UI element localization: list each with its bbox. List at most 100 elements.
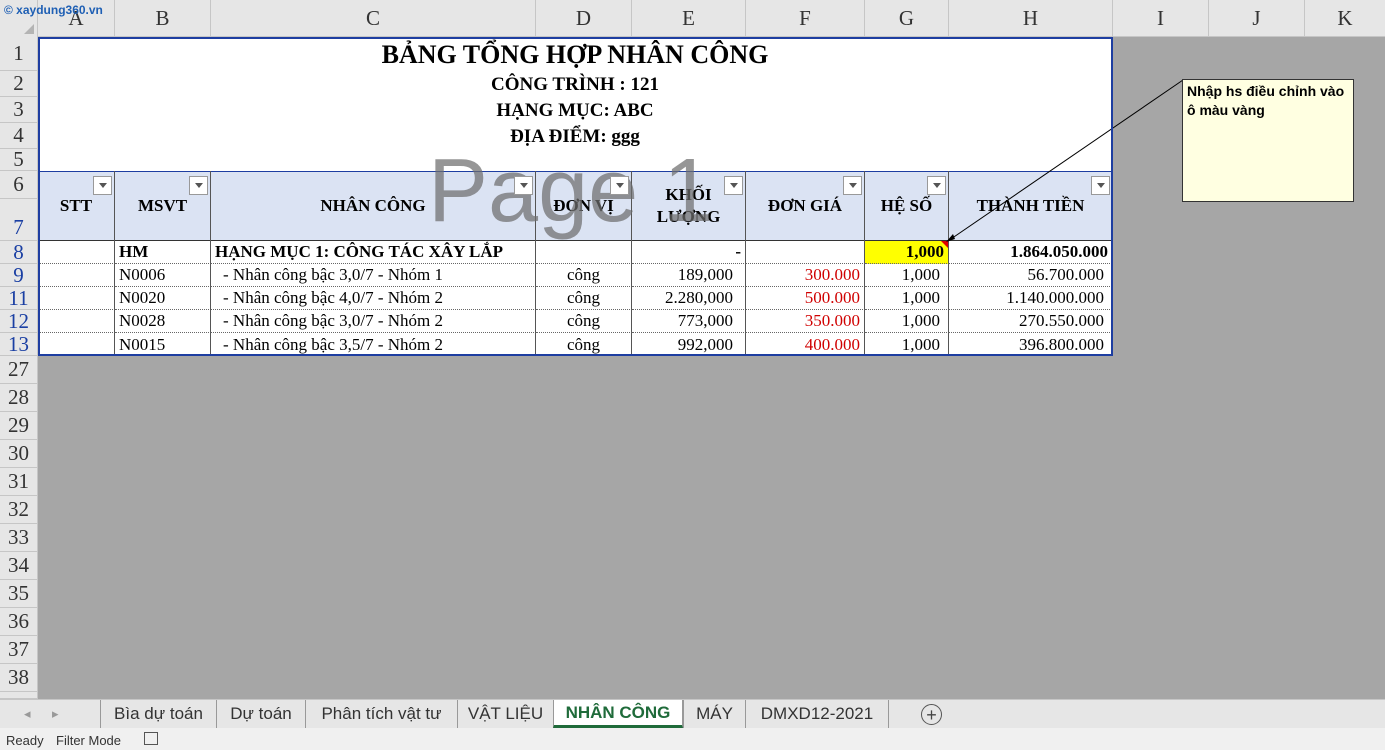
row-header-38[interactable]: 38 — [0, 664, 38, 692]
table-row-total[interactable]: 270.550.000 — [949, 310, 1112, 333]
table-row-name[interactable]: - Nhân công bậc 4,0/7 - Nhóm 2 — [211, 287, 536, 310]
category-line[interactable]: HẠNG MỤC: ABC — [40, 100, 1110, 122]
table-row-price[interactable]: 300.000 — [746, 264, 865, 287]
table-row-total[interactable]: 396.800.000 — [949, 333, 1112, 356]
column-header-i[interactable]: I — [1113, 0, 1209, 37]
table-row-unit[interactable]: công — [536, 287, 632, 310]
column-header-h[interactable]: H — [949, 0, 1113, 37]
tab-nhan-cong[interactable]: NHÂN CÔNG — [553, 700, 683, 728]
tab-phan-tich-vat-tu[interactable]: Phân tích vật tư — [305, 700, 457, 728]
cell-c8[interactable]: HẠNG MỤC 1: CÔNG TÁC XÂY LẮP — [211, 241, 536, 264]
filter-dropdown-khoi-luong[interactable] — [724, 176, 743, 195]
header-nhan-cong[interactable]: NHÂN CÔNG — [211, 171, 536, 241]
table-row-coef[interactable]: 1,000 — [865, 264, 949, 287]
table-row-msvt[interactable]: N0015 — [115, 333, 211, 356]
coefficient-input-cell[interactable]: 1,000 — [865, 241, 949, 264]
prev-sheet-icon[interactable]: ◂ — [24, 706, 31, 722]
row-header-29[interactable]: 29 — [0, 412, 38, 440]
row-header-32[interactable]: 32 — [0, 496, 38, 524]
row-header-35[interactable]: 35 — [0, 580, 38, 608]
row-header-4[interactable]: 4 — [0, 123, 38, 149]
cell-a9[interactable] — [38, 264, 115, 287]
filter-dropdown-thanh-tien[interactable] — [1091, 176, 1110, 195]
cell-e8[interactable]: - — [632, 241, 746, 264]
table-row-total[interactable]: 56.700.000 — [949, 264, 1112, 287]
tab-vat-lieu[interactable]: VẬT LIỆU — [457, 700, 553, 728]
tab-bia-du-toan[interactable]: Bìa dự toán — [100, 700, 216, 728]
filter-dropdown-he-so[interactable] — [927, 176, 946, 195]
filter-dropdown-msvt[interactable] — [189, 176, 208, 195]
row-header-27[interactable]: 27 — [0, 356, 38, 384]
cell-a13[interactable] — [38, 333, 115, 356]
column-header-d[interactable]: D — [536, 0, 632, 37]
add-sheet-icon[interactable]: + — [921, 704, 942, 725]
tab-du-toan[interactable]: Dự toán — [216, 700, 305, 728]
table-row-coef[interactable]: 1,000 — [865, 333, 949, 356]
table-row-qty[interactable]: 773,000 — [632, 310, 746, 333]
cell-d8[interactable] — [536, 241, 632, 264]
comment-indicator-icon[interactable] — [941, 241, 948, 248]
table-row-name[interactable]: - Nhân công bậc 3,5/7 - Nhóm 2 — [211, 333, 536, 356]
table-row-coef[interactable]: 1,000 — [865, 310, 949, 333]
macro-record-icon[interactable] — [144, 732, 158, 745]
cell-h8[interactable]: 1.864.050.000 — [949, 241, 1112, 264]
column-header-c[interactable]: C — [211, 0, 536, 37]
table-row-qty[interactable]: 189,000 — [632, 264, 746, 287]
table-row-price[interactable]: 400.000 — [746, 333, 865, 356]
filter-dropdown-don-vi[interactable] — [610, 176, 629, 195]
column-header-e[interactable]: E — [632, 0, 746, 37]
filter-dropdown-don-gia[interactable] — [843, 176, 862, 195]
table-row-name[interactable]: - Nhân công bậc 3,0/7 - Nhóm 2 — [211, 310, 536, 333]
filter-dropdown-stt[interactable] — [93, 176, 112, 195]
sheet-title[interactable]: BẢNG TỔNG HỢP NHÂN CÔNG — [40, 40, 1110, 70]
row-header-6[interactable]: 6 — [0, 171, 38, 199]
table-row-name[interactable]: - Nhân công bậc 3,0/7 - Nhóm 1 — [211, 264, 536, 287]
filter-dropdown-nhan-cong[interactable] — [514, 176, 533, 195]
cell-a8[interactable] — [38, 241, 115, 264]
table-row-unit[interactable]: công — [536, 333, 632, 356]
tab-dmxd12-2021[interactable]: DMXD12-2021 — [745, 700, 889, 728]
column-header-b[interactable]: B — [115, 0, 211, 37]
table-row-price[interactable]: 500.000 — [746, 287, 865, 310]
table-row-msvt[interactable]: N0028 — [115, 310, 211, 333]
column-header-j[interactable]: J — [1209, 0, 1305, 37]
column-header-f[interactable]: F — [746, 0, 865, 37]
table-row-qty[interactable]: 992,000 — [632, 333, 746, 356]
cell-a12[interactable] — [38, 310, 115, 333]
row-header-5[interactable]: 5 — [0, 147, 38, 171]
cell-f8[interactable] — [746, 241, 865, 264]
project-line[interactable]: CÔNG TRÌNH : 121 — [40, 74, 1110, 96]
row-header-3[interactable]: 3 — [0, 97, 38, 123]
row-header-9[interactable]: 9 — [0, 263, 38, 287]
column-header-k[interactable]: K — [1305, 0, 1385, 37]
row-header-7[interactable]: 7 — [0, 199, 38, 241]
row-header-2[interactable]: 2 — [0, 71, 38, 97]
row-header-37[interactable]: 37 — [0, 636, 38, 664]
header-thanh-tien[interactable]: THÀNH TIỀN — [949, 171, 1112, 241]
table-row-msvt[interactable]: N0020 — [115, 287, 211, 310]
table-row-unit[interactable]: công — [536, 264, 632, 287]
next-sheet-icon[interactable]: ▸ — [52, 706, 59, 722]
row-header-1[interactable]: 1 — [0, 37, 38, 71]
location-line[interactable]: ĐỊA ĐIỂM: ggg — [40, 126, 1110, 148]
row-header-30[interactable]: 30 — [0, 440, 38, 468]
row-header-8[interactable]: 8 — [0, 240, 38, 264]
cell-comment-note[interactable]: Nhập hs điều chỉnh vào ô màu vàng — [1182, 79, 1354, 202]
column-header-g[interactable]: G — [865, 0, 949, 37]
cell-b8[interactable]: HM — [115, 241, 211, 264]
row-header-34[interactable]: 34 — [0, 552, 38, 580]
row-header-11[interactable]: 11 — [0, 286, 38, 310]
row-header-28[interactable]: 28 — [0, 384, 38, 412]
cell-a11[interactable] — [38, 287, 115, 310]
table-row-price[interactable]: 350.000 — [746, 310, 865, 333]
table-row-total[interactable]: 1.140.000.000 — [949, 287, 1112, 310]
row-header-31[interactable]: 31 — [0, 468, 38, 496]
table-row-unit[interactable]: công — [536, 310, 632, 333]
table-row-coef[interactable]: 1,000 — [865, 287, 949, 310]
tab-may[interactable]: MÁY — [683, 700, 745, 728]
row-header-33[interactable]: 33 — [0, 524, 38, 552]
row-header-36[interactable]: 36 — [0, 608, 38, 636]
table-row-msvt[interactable]: N0006 — [115, 264, 211, 287]
row-header-13[interactable]: 13 — [0, 332, 38, 356]
row-header-12[interactable]: 12 — [0, 309, 38, 333]
